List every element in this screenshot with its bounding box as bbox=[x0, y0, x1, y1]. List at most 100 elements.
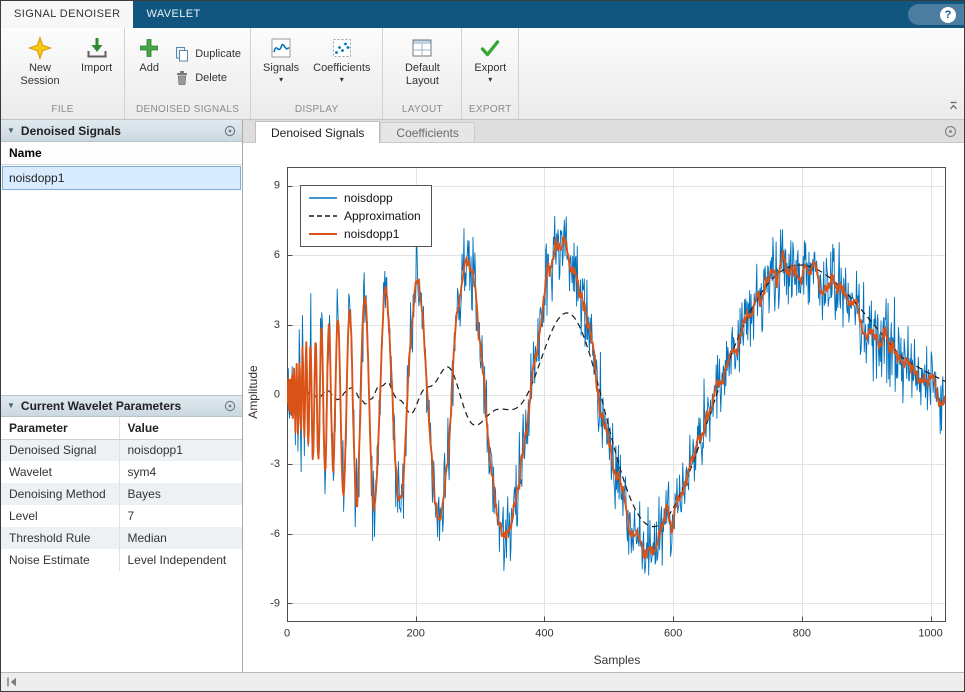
tab-actions-icon[interactable] bbox=[944, 125, 957, 143]
toolbar-section-display: Signals ▾ Coefficients ▾ DISPL bbox=[251, 28, 383, 119]
plot-area: Amplitude Samples noisdopp Approximation… bbox=[243, 143, 964, 672]
value-cell: Level Independent bbox=[119, 549, 242, 571]
signals-dropdown-button[interactable]: Signals ▾ bbox=[256, 32, 306, 88]
collapse-up-icon bbox=[948, 100, 959, 111]
import-button[interactable]: Import bbox=[74, 32, 119, 79]
chart-legend: noisdopp Approximation noisdopp1 bbox=[300, 185, 432, 247]
parameter-column-header: Parameter bbox=[1, 417, 119, 439]
y-axis-label: Amplitude bbox=[246, 365, 260, 418]
signal-list-name-header: Name bbox=[1, 142, 242, 165]
duplicate-icon bbox=[174, 46, 190, 62]
doc-tab-coefficients[interactable]: Coefficients bbox=[380, 122, 474, 142]
button-label: Signals bbox=[263, 62, 299, 75]
table-header-row: Parameter Value bbox=[1, 417, 242, 439]
signal-list-item[interactable]: noisdopp1 bbox=[2, 166, 241, 190]
new-session-button[interactable]: New Session bbox=[6, 32, 74, 91]
panel-title: Current Wavelet Parameters bbox=[21, 399, 218, 413]
table-row: Wavelet sym4 bbox=[1, 461, 242, 483]
legend-label: noisdopp1 bbox=[344, 227, 399, 241]
button-label: Coefficients bbox=[313, 62, 370, 75]
chevron-down-icon: ▾ bbox=[488, 76, 492, 84]
default-layout-button[interactable]: Default Layout bbox=[388, 32, 456, 91]
help-icon: ? bbox=[940, 7, 956, 23]
collapse-sidebar-button[interactable] bbox=[6, 676, 18, 688]
delete-icon bbox=[174, 70, 190, 86]
add-icon bbox=[137, 36, 161, 60]
value-cell: Median bbox=[119, 527, 242, 549]
legend-line-sample bbox=[308, 229, 338, 239]
section-label-layout: LAYOUT bbox=[383, 104, 461, 119]
table-row: Noise Estimate Level Independent bbox=[1, 549, 242, 571]
button-label: Add bbox=[139, 62, 159, 75]
button-label: New Session bbox=[13, 62, 67, 87]
legend-item: noisdopp1 bbox=[308, 227, 421, 241]
help-button[interactable]: ? bbox=[908, 4, 964, 25]
button-label: Export bbox=[474, 62, 506, 75]
signal-list: noisdopp1 bbox=[1, 165, 242, 395]
collapse-panel-icon[interactable]: ▼ bbox=[7, 402, 15, 410]
toolbar-section-file: New Session Import FILE bbox=[1, 28, 125, 119]
denoised-signals-panel-header: ▼ Denoised Signals bbox=[1, 120, 242, 142]
toolbar-section-export: Export ▾ EXPORT bbox=[462, 28, 519, 119]
main-area: ▼ Denoised Signals Name noisdopp1 ▼ Curr… bbox=[1, 120, 964, 672]
param-cell: Denoised Signal bbox=[1, 439, 119, 461]
document-tab-bar: Denoised Signals Coefficients bbox=[243, 120, 964, 143]
legend-item: noisdopp bbox=[308, 191, 421, 205]
panel-actions-icon[interactable] bbox=[224, 400, 236, 412]
value-cell: 7 bbox=[119, 505, 242, 527]
chevron-down-icon: ▾ bbox=[279, 76, 283, 84]
param-cell: Denoising Method bbox=[1, 483, 119, 505]
param-cell: Threshold Rule bbox=[1, 527, 119, 549]
x-axis-label: Samples bbox=[594, 653, 641, 667]
coefficients-dropdown-button[interactable]: Coefficients ▾ bbox=[306, 32, 377, 88]
doc-tab-denoised-signals[interactable]: Denoised Signals bbox=[255, 121, 380, 143]
toolbar: New Session Import FILE bbox=[1, 28, 964, 120]
legend-label: noisdopp bbox=[344, 191, 393, 205]
export-dropdown-button[interactable]: Export ▾ bbox=[467, 32, 513, 88]
panel-actions-icon[interactable] bbox=[224, 125, 236, 137]
legend-label: Approximation bbox=[344, 209, 421, 223]
value-cell: noisdopp1 bbox=[119, 439, 242, 461]
toolbar-section-layout: Default Layout LAYOUT bbox=[383, 28, 462, 119]
signals-icon bbox=[269, 36, 293, 60]
coefficients-icon bbox=[330, 36, 354, 60]
collapse-panel-icon[interactable]: ▼ bbox=[7, 127, 15, 135]
delete-button[interactable]: Delete bbox=[174, 70, 241, 86]
table-row: Denoised Signal noisdopp1 bbox=[1, 439, 242, 461]
sidebar-filler bbox=[1, 571, 242, 672]
ribbon-tab-strip: SIGNAL DENOISER WAVELET ? bbox=[1, 1, 964, 28]
wavelet-parameters-table: Parameter Value Denoised Signal noisdopp… bbox=[1, 417, 242, 571]
tab-signal-denoiser[interactable]: SIGNAL DENOISER bbox=[1, 1, 133, 28]
legend-item: Approximation bbox=[308, 209, 421, 223]
default-layout-icon bbox=[410, 36, 434, 60]
button-label: Import bbox=[81, 62, 112, 75]
panel-title: Denoised Signals bbox=[21, 124, 218, 138]
import-icon bbox=[85, 36, 109, 60]
export-icon bbox=[478, 36, 502, 60]
button-label: Duplicate bbox=[195, 48, 241, 60]
table-row: Level 7 bbox=[1, 505, 242, 527]
app-window: SIGNAL DENOISER WAVELET ? New Session bbox=[0, 0, 965, 692]
button-label: Default Layout bbox=[395, 62, 449, 87]
add-button[interactable]: Add bbox=[130, 32, 168, 79]
tab-wavelet[interactable]: WAVELET bbox=[133, 1, 213, 28]
new-session-icon bbox=[28, 36, 52, 60]
param-cell: Level bbox=[1, 505, 119, 527]
value-column-header: Value bbox=[119, 417, 242, 439]
value-cell: sym4 bbox=[119, 461, 242, 483]
chevron-down-icon: ▾ bbox=[340, 76, 344, 84]
sidebar: ▼ Denoised Signals Name noisdopp1 ▼ Curr… bbox=[1, 120, 243, 672]
section-label-display: DISPLAY bbox=[251, 104, 382, 119]
table-row: Threshold Rule Median bbox=[1, 527, 242, 549]
section-label-denoised-signals: DENOISED SIGNALS bbox=[125, 104, 250, 119]
legend-line-sample bbox=[308, 211, 338, 221]
duplicate-button[interactable]: Duplicate bbox=[174, 46, 241, 62]
toolbar-section-denoised-signals: Add Duplicate bbox=[125, 28, 251, 119]
legend-line-sample bbox=[308, 193, 338, 203]
collapse-left-icon bbox=[6, 676, 18, 688]
section-label-export: EXPORT bbox=[462, 104, 518, 119]
collapse-ribbon-button[interactable] bbox=[948, 98, 959, 116]
button-label: Delete bbox=[195, 72, 227, 84]
table-row: Denoising Method Bayes bbox=[1, 483, 242, 505]
param-cell: Noise Estimate bbox=[1, 549, 119, 571]
